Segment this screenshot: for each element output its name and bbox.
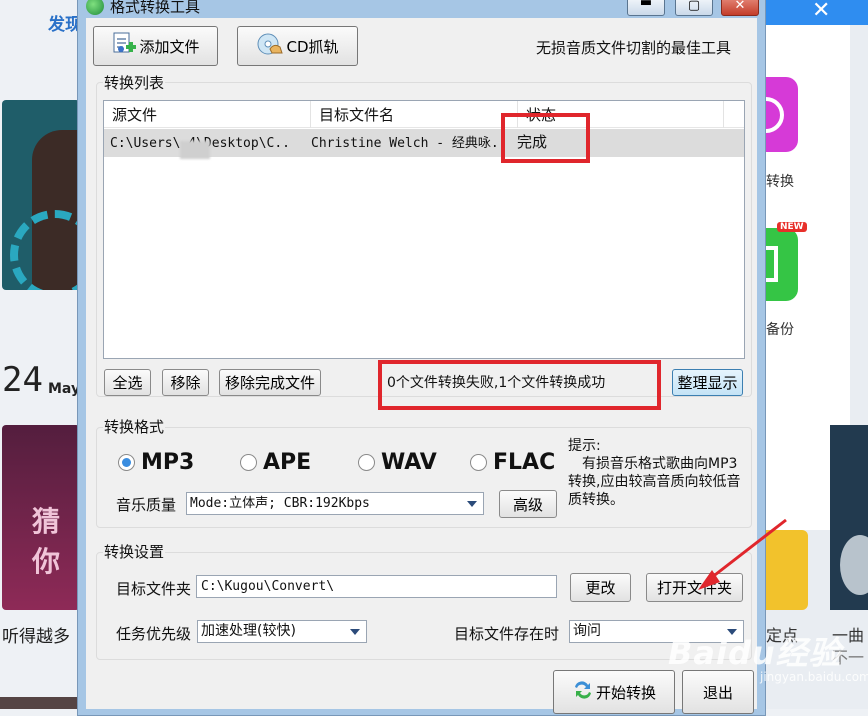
backup-tool-icon[interactable]: [766, 228, 798, 301]
maximize-icon: ▢: [687, 0, 701, 13]
cd-rip-button[interactable]: CD抓轨: [237, 26, 358, 66]
radio-flac[interactable]: FLAC: [470, 450, 555, 475]
background-close-icon[interactable]: ✕: [812, 0, 830, 23]
priority-select[interactable]: 加速处理(较快): [197, 620, 367, 643]
radio-wav[interactable]: WAV: [358, 450, 437, 475]
tidy-display-button[interactable]: 整理显示: [672, 369, 743, 396]
hint-body: 有损音乐格式歌曲向MP3转换,应由较高音质向较低音质转换。: [568, 456, 741, 508]
background-strip: [0, 697, 80, 709]
radio-mp3-dot: [118, 454, 135, 471]
exists-value: 询问: [573, 623, 601, 639]
add-file-button[interactable]: 添加文件: [93, 26, 218, 66]
close-icon: ✕: [734, 0, 746, 13]
radio-mp3-label: MP3: [141, 450, 195, 475]
advanced-button[interactable]: 高级: [499, 490, 557, 518]
remove-done-button[interactable]: 移除完成文件: [219, 369, 321, 396]
radio-wav-dot: [358, 454, 375, 471]
background-card-yellow[interactable]: [766, 530, 808, 610]
chevron-down-icon: [467, 501, 477, 507]
target-folder-label: 目标文件夹: [116, 580, 192, 598]
cd-icon: [256, 31, 284, 61]
open-folder-button[interactable]: 打开文件夹: [646, 573, 743, 602]
date-number: 24: [2, 360, 43, 400]
column-source[interactable]: 源文件: [104, 101, 311, 128]
baidu-watermark: Baidu经验: [668, 634, 842, 672]
new-badge: NEW: [777, 222, 807, 232]
backup-tool-label: 备份: [766, 322, 794, 338]
file-list-header: 源文件 目标文件名 状态: [104, 101, 744, 128]
select-all-button[interactable]: 全选: [104, 369, 151, 396]
start-convert-button[interactable]: 开始转换: [553, 670, 675, 714]
minimize-button[interactable]: ▬: [627, 0, 665, 16]
radio-ape[interactable]: APE: [240, 450, 311, 475]
message-highlight-box: [378, 360, 661, 410]
target-folder-input[interactable]: C:\Kugou\Convert\: [196, 575, 557, 598]
hint-title: 提示:: [568, 438, 601, 454]
change-folder-button[interactable]: 更改: [570, 573, 631, 602]
radio-ape-dot: [240, 454, 257, 471]
window-title: 格式转换工具: [110, 0, 201, 16]
convert-tool-label: 转换: [766, 174, 794, 190]
background-caption: 听得越多: [2, 627, 70, 647]
convert-icon: [572, 680, 594, 704]
chevron-down-icon: [350, 629, 360, 635]
quality-value: Mode:立体声; CBR:192Kbps: [190, 496, 370, 511]
cd-rip-label: CD抓轨: [286, 37, 339, 56]
add-file-label: 添加文件: [139, 37, 200, 56]
row-source-cell: C:\Users\ 4\Desktop\C..: [110, 136, 291, 151]
redacted-blur: [180, 141, 210, 159]
format-group-title: 转换格式: [103, 416, 166, 437]
convert-tool-icon[interactable]: [748, 77, 798, 152]
remove-button[interactable]: 移除: [162, 369, 209, 396]
add-file-icon: [111, 31, 137, 61]
status-highlight-box: [501, 113, 590, 163]
priority-value: 加速处理(较快): [201, 623, 296, 639]
date-month: May: [48, 381, 81, 397]
background-banner[interactable]: 猜你: [2, 425, 80, 610]
background-card[interactable]: [2, 100, 80, 290]
radio-flac-label: FLAC: [493, 450, 556, 475]
hint-text: 提示: 有损音乐格式歌曲向MP3转换,应由较高音质向较低音质转换。: [568, 437, 748, 509]
settings-group-title: 转换设置: [103, 541, 166, 562]
radio-flac-dot: [470, 454, 487, 471]
row-target-cell: Christine Welch - 经典咏..: [311, 136, 507, 151]
maximize-button[interactable]: ▢: [675, 0, 713, 16]
banner-text: 猜你: [32, 505, 61, 578]
slogan-text: 无损音质文件切割的最佳工具: [536, 39, 732, 57]
file-list[interactable]: 源文件 目标文件名 状态 C:\Users\ 4\Desktop\C.. Chr…: [103, 100, 745, 359]
priority-label: 任务优先级: [116, 625, 192, 643]
exit-button[interactable]: 退出: [682, 670, 754, 714]
quality-select[interactable]: Mode:立体声; CBR:192Kbps: [186, 492, 484, 515]
conversion-list-title: 转换列表: [103, 72, 166, 93]
radio-wav-label: WAV: [381, 450, 437, 475]
quality-label: 音乐质量: [116, 496, 177, 514]
close-button[interactable]: ✕: [721, 0, 759, 16]
minimize-icon: ▬: [639, 0, 653, 10]
radio-ape-label: APE: [263, 450, 312, 475]
start-convert-label: 开始转换: [595, 683, 656, 702]
exists-label: 目标文件存在时: [454, 625, 560, 643]
baidu-watermark-url: jingyan.baidu.com: [760, 670, 868, 684]
settings-group: [96, 552, 752, 660]
radio-mp3[interactable]: MP3: [118, 450, 194, 475]
column-target[interactable]: 目标文件名: [311, 101, 518, 128]
background-card-dark[interactable]: [830, 425, 868, 610]
